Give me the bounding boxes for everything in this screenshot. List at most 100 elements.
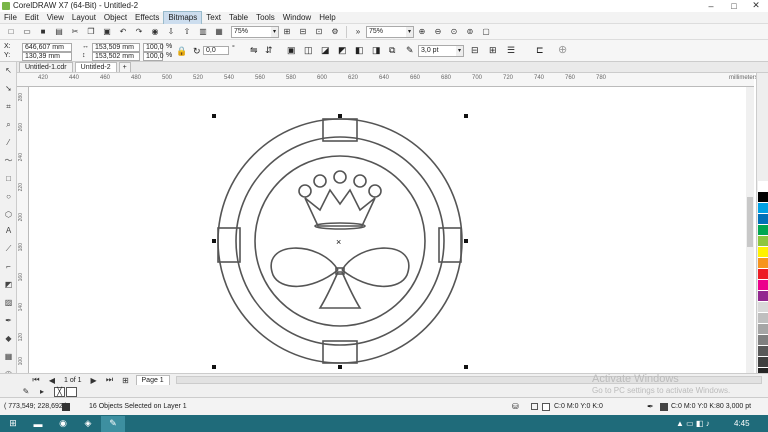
color-swatch[interactable] — [758, 280, 768, 291]
y-position-field[interactable]: 130,39 mm — [22, 52, 72, 61]
vertical-ruler[interactable]: 280 260 240 220 200 180 160 140 120 100 — [17, 87, 29, 373]
ellipse-tool-icon[interactable]: ○ — [3, 191, 14, 202]
file-explorer-icon[interactable]: ▬ — [26, 416, 50, 432]
zoom-level-select[interactable]: 75% ▾ — [231, 25, 279, 38]
zoom-out-icon[interactable]: ⊖ — [432, 26, 444, 38]
zoom-page-icon[interactable]: ▢ — [480, 26, 492, 38]
import-icon[interactable]: ⇩ — [165, 26, 177, 38]
search-content-icon[interactable]: ◉ — [149, 26, 161, 38]
selection-handle[interactable] — [464, 365, 468, 369]
color-swatch[interactable] — [758, 258, 768, 269]
mirror-horizontal-icon[interactable]: ⇋ — [250, 45, 258, 56]
crown-jewel-right-inner[interactable] — [353, 174, 367, 188]
club-left-leaf[interactable] — [270, 247, 339, 288]
wrap-text-icon[interactable]: ☰ — [507, 45, 515, 56]
coreldraw-taskbar-icon[interactable]: ✎ — [101, 415, 125, 432]
crown-jewel-center[interactable] — [333, 170, 347, 184]
color-swatch[interactable] — [758, 302, 768, 313]
selection-handle[interactable] — [464, 239, 468, 243]
interactive-fill-tool-icon[interactable]: ◆ — [3, 333, 14, 344]
selection-handle[interactable] — [338, 114, 342, 118]
tray-icons[interactable]: ▲ ▭ ◧ ♪ — [676, 419, 710, 428]
selection-handle[interactable] — [338, 365, 342, 369]
intersect-icon[interactable]: ◩ — [338, 45, 347, 56]
pdf-icon[interactable]: ▥ — [197, 26, 209, 38]
shield-icon[interactable]: ◈ — [76, 416, 100, 432]
text-tool-icon[interactable]: A — [3, 225, 14, 236]
eyedropper-icon[interactable]: ✎ — [20, 386, 32, 398]
scale-x-field[interactable]: 100,0 — [143, 43, 164, 52]
color-swatch[interactable] — [758, 214, 768, 225]
club-right-leaf[interactable] — [341, 247, 410, 288]
minimize-button[interactable]: – — [701, 0, 721, 11]
menu-table[interactable]: Table — [225, 12, 252, 24]
transparency-tool-icon[interactable]: ▨ — [3, 297, 14, 308]
crown-jewel-left-inner[interactable] — [313, 174, 327, 188]
color-swatch[interactable] — [758, 192, 768, 203]
tab-untitled-1[interactable]: Untitled-1.cdr — [19, 62, 73, 72]
zoom-in-icon[interactable]: ⊕ — [416, 26, 428, 38]
selection-handle[interactable] — [212, 239, 216, 243]
outline-width-select[interactable]: 3,0 pt ▾ — [418, 45, 464, 57]
menu-text[interactable]: Text — [202, 12, 225, 24]
more-icon[interactable]: » — [352, 26, 364, 38]
simplify-icon[interactable]: ◧ — [355, 45, 364, 56]
weld-icon[interactable]: ◫ — [304, 45, 313, 56]
export-icon[interactable]: ⇧ — [181, 26, 193, 38]
fill-swatch[interactable] — [542, 402, 550, 411]
width-field[interactable]: 153,509 mm — [92, 43, 140, 52]
arrange-back-icon[interactable]: ⊞ — [489, 45, 497, 56]
options-icon[interactable]: ⚙ — [329, 26, 341, 38]
zoom-selected-icon[interactable]: ⊙ — [448, 26, 460, 38]
color-swatch[interactable] — [758, 203, 768, 214]
drop-shadow-tool-icon[interactable]: ◩ — [3, 279, 14, 290]
parallel-dimension-tool-icon[interactable]: ⟋ — [3, 243, 14, 254]
cut-icon[interactable]: ✂ — [69, 26, 81, 38]
add-page-icon[interactable]: ⊞ — [120, 374, 132, 386]
color-swatch[interactable] — [758, 291, 768, 302]
scroll-thumb[interactable] — [747, 197, 753, 247]
artistic-media-tool-icon[interactable]: 〜 — [3, 155, 14, 166]
print-icon[interactable]: ▤ — [53, 26, 65, 38]
color-swatch[interactable] — [758, 357, 768, 368]
mirror-vertical-icon[interactable]: ⇵ — [265, 45, 273, 56]
tab-untitled-2[interactable]: Untitled-2 — [74, 62, 117, 72]
save-icon[interactable]: ■ — [37, 26, 49, 38]
color-swatch[interactable] — [758, 247, 768, 258]
color-swatch[interactable] — [758, 346, 768, 357]
menu-view[interactable]: View — [43, 12, 68, 24]
add-icon[interactable]: ⊕ — [558, 43, 567, 56]
show-rulers-icon[interactable]: ⊟ — [297, 26, 309, 38]
color-swatch[interactable] — [758, 236, 768, 247]
selection-handle[interactable] — [212, 365, 216, 369]
new-tab-icon[interactable]: + — [118, 62, 131, 72]
trim-icon[interactable]: ◪ — [321, 45, 330, 56]
menu-file[interactable]: File — [0, 12, 21, 24]
next-page-icon[interactable]: ▶ — [88, 374, 100, 386]
menu-tools[interactable]: Tools — [252, 12, 279, 24]
snap-to-icon[interactable]: ⊡ — [313, 26, 325, 38]
last-page-icon[interactable]: ⏭ — [104, 374, 116, 386]
zoom-level-select-2[interactable]: 75% ▾ — [366, 25, 414, 38]
align-distribute-icon[interactable]: ⊏ — [536, 45, 544, 56]
previous-page-icon[interactable]: ◀ — [46, 374, 58, 386]
angle-field[interactable]: 0,0 — [203, 46, 229, 55]
scale-y-field[interactable]: 100,0 — [143, 52, 164, 61]
freehand-tool-icon[interactable]: ⁄ — [3, 137, 14, 148]
menu-effects[interactable]: Effects — [131, 12, 163, 24]
close-button[interactable]: ✕ — [746, 0, 766, 11]
selection-handle[interactable] — [464, 114, 468, 118]
color-eyedropper-tool-icon[interactable]: ✒ — [3, 315, 14, 326]
paste-icon[interactable]: ▣ — [101, 26, 113, 38]
drawing-canvas[interactable]: × — [29, 87, 754, 373]
color-swatch[interactable] — [758, 181, 768, 192]
menu-window[interactable]: Window — [279, 12, 315, 24]
menu-edit[interactable]: Edit — [21, 12, 43, 24]
horizontal-ruler[interactable]: 420 440 460 480 500 520 540 560 580 600 … — [17, 73, 758, 87]
color-swatch[interactable] — [758, 335, 768, 346]
color-swatch[interactable] — [758, 324, 768, 335]
menu-bitmaps[interactable]: Bitmaps — [163, 10, 203, 25]
lock-ratio-icon[interactable]: 🔒 — [176, 46, 187, 57]
first-page-icon[interactable]: ⏮ — [30, 374, 42, 386]
crown-jewel-left[interactable] — [298, 184, 312, 198]
